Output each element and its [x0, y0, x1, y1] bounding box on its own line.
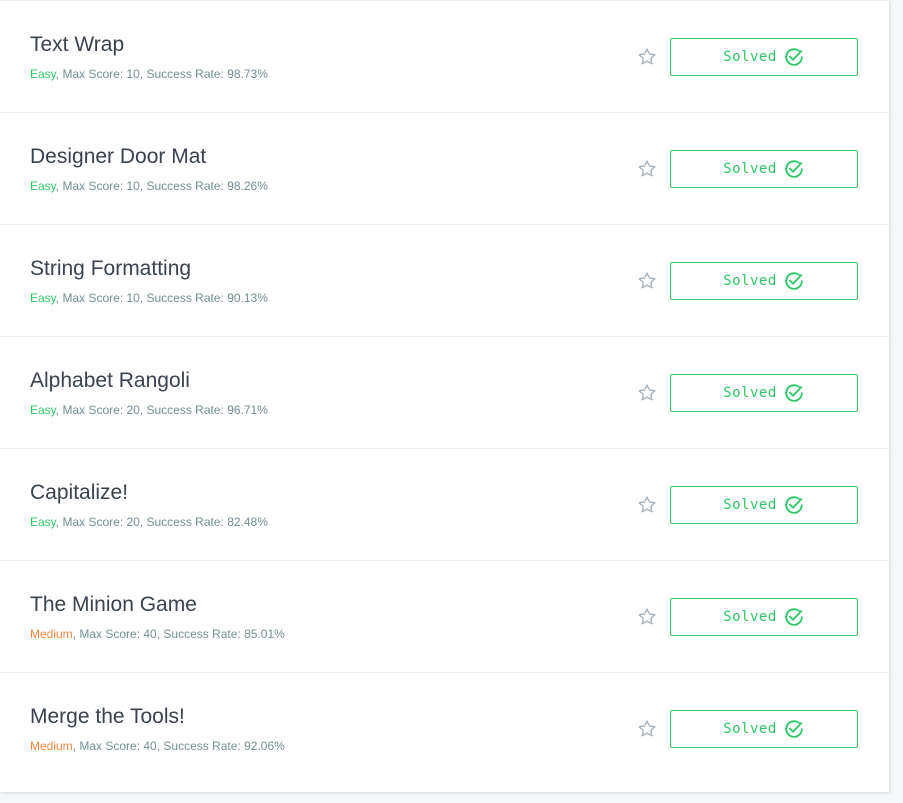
- difficulty-label: Medium: [30, 627, 73, 641]
- challenge-title[interactable]: Capitalize!: [30, 481, 128, 505]
- challenge-row[interactable]: The Minion Game Medium, Max Score: 40, S…: [0, 560, 889, 672]
- solved-button[interactable]: Solved: [670, 486, 858, 524]
- solved-label: Solved: [723, 609, 777, 625]
- solved-button[interactable]: Solved: [670, 374, 858, 412]
- star-outline-icon[interactable]: [636, 382, 658, 404]
- score-and-rate: , Max Score: 20, Success Rate: 96.71%: [55, 403, 268, 417]
- star-outline-icon[interactable]: [636, 718, 658, 740]
- challenge-row[interactable]: String Formatting Easy, Max Score: 10, S…: [0, 224, 889, 336]
- solved-label: Solved: [723, 161, 777, 177]
- star-outline-icon[interactable]: [636, 606, 658, 628]
- challenge-meta: Medium, Max Score: 40, Success Rate: 92.…: [30, 739, 285, 753]
- score-and-rate: , Max Score: 10, Success Rate: 98.73%: [55, 67, 268, 81]
- challenge-meta: Medium, Max Score: 40, Success Rate: 85.…: [30, 627, 285, 641]
- check-circle-icon: [785, 720, 803, 738]
- solved-label: Solved: [723, 49, 777, 65]
- solved-button[interactable]: Solved: [670, 598, 858, 636]
- check-circle-icon: [785, 496, 803, 514]
- solved-button[interactable]: Solved: [670, 262, 858, 300]
- challenge-meta: Easy, Max Score: 20, Success Rate: 82.48…: [30, 515, 268, 529]
- challenge-title[interactable]: Text Wrap: [30, 33, 124, 57]
- challenge-row[interactable]: Text Wrap Easy, Max Score: 10, Success R…: [0, 0, 889, 112]
- challenge-meta: Easy, Max Score: 10, Success Rate: 90.13…: [30, 291, 268, 305]
- challenge-title[interactable]: Designer Door Mat: [30, 145, 206, 169]
- check-circle-icon: [785, 48, 803, 66]
- solved-label: Solved: [723, 721, 777, 737]
- difficulty-label: Medium: [30, 739, 73, 753]
- challenge-row[interactable]: Designer Door Mat Easy, Max Score: 10, S…: [0, 112, 889, 224]
- difficulty-label: Easy: [30, 291, 56, 305]
- challenge-title[interactable]: String Formatting: [30, 257, 191, 281]
- score-and-rate: , Max Score: 40, Success Rate: 92.06%: [72, 739, 285, 753]
- challenge-meta: Easy, Max Score: 20, Success Rate: 96.71…: [30, 403, 268, 417]
- challenge-title[interactable]: Alphabet Rangoli: [30, 369, 190, 393]
- score-and-rate: , Max Score: 20, Success Rate: 82.48%: [55, 515, 268, 529]
- solved-label: Solved: [723, 385, 777, 401]
- challenge-row[interactable]: Capitalize! Easy, Max Score: 20, Success…: [0, 448, 889, 560]
- check-circle-icon: [785, 272, 803, 290]
- solved-button[interactable]: Solved: [670, 150, 858, 188]
- solved-button[interactable]: Solved: [670, 38, 858, 76]
- challenge-list: Text Wrap Easy, Max Score: 10, Success R…: [0, 0, 889, 792]
- star-outline-icon[interactable]: [636, 270, 658, 292]
- solved-button[interactable]: Solved: [670, 710, 858, 748]
- challenge-title[interactable]: Merge the Tools!: [30, 705, 185, 729]
- star-outline-icon[interactable]: [636, 158, 658, 180]
- difficulty-label: Easy: [30, 403, 56, 417]
- star-outline-icon[interactable]: [636, 46, 658, 68]
- score-and-rate: , Max Score: 10, Success Rate: 98.26%: [55, 179, 268, 193]
- difficulty-label: Easy: [30, 515, 56, 529]
- challenge-title[interactable]: The Minion Game: [30, 593, 197, 617]
- difficulty-label: Easy: [30, 67, 56, 81]
- score-and-rate: , Max Score: 40, Success Rate: 85.01%: [72, 627, 285, 641]
- challenge-meta: Easy, Max Score: 10, Success Rate: 98.26…: [30, 179, 268, 193]
- solved-label: Solved: [723, 497, 777, 513]
- star-outline-icon[interactable]: [636, 494, 658, 516]
- challenge-meta: Easy, Max Score: 10, Success Rate: 98.73…: [30, 67, 268, 81]
- score-and-rate: , Max Score: 10, Success Rate: 90.13%: [55, 291, 268, 305]
- solved-label: Solved: [723, 273, 777, 289]
- check-circle-icon: [785, 160, 803, 178]
- challenge-row[interactable]: Alphabet Rangoli Easy, Max Score: 20, Su…: [0, 336, 889, 448]
- check-circle-icon: [785, 608, 803, 626]
- check-circle-icon: [785, 384, 803, 402]
- challenge-row[interactable]: Merge the Tools! Medium, Max Score: 40, …: [0, 672, 889, 784]
- difficulty-label: Easy: [30, 179, 56, 193]
